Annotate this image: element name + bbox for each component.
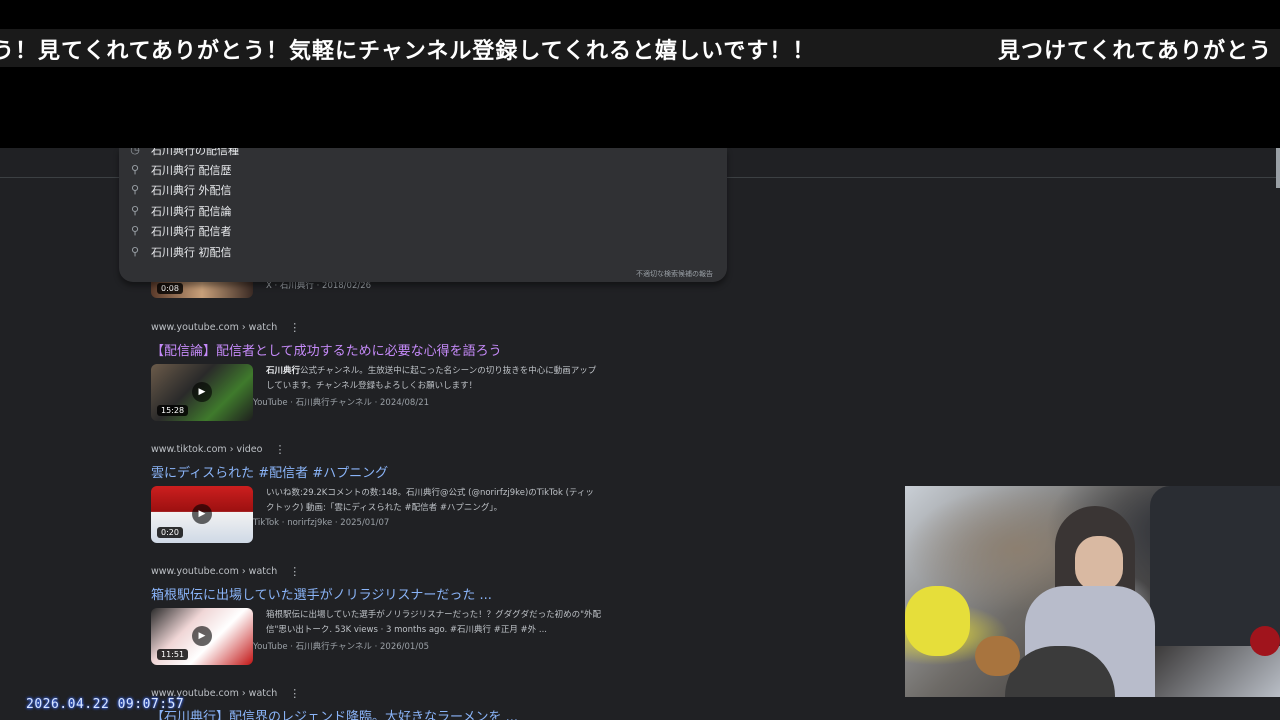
suggestion-text: 石川典行 外配信 <box>151 184 232 197</box>
search-icon: ⚲ <box>130 204 140 217</box>
result-thumbnail[interactable]: ▶ 11:51 <box>151 608 253 665</box>
search-result: www.tiktok.com › video ⋮ 雲にディスられた #配信者 #… <box>151 442 611 543</box>
webcam-coat <box>1150 486 1280 646</box>
result-cite[interactable]: www.tiktok.com › video ⋮ <box>151 442 611 456</box>
result-thumbnail[interactable]: ▶ 0:20 <box>151 486 253 543</box>
snippet-keyword: 石川典行 <box>266 366 301 376</box>
suggestion-item[interactable]: ⚲ 石川典行 配信歴 <box>119 160 727 180</box>
result-snippet: 箱根駅伝に出場していた選手がノリラジリスナーだった！？グダグダだった初めの"外配… <box>266 610 601 635</box>
suggestion-text: 石川典行 配信論 <box>151 205 232 218</box>
search-result: www.youtube.com › watch ⋮ 【石川典行】配信界のレジェン… <box>151 686 611 720</box>
result-snippet: 石川典行公式チャンネル。生放送中に起こった名シーンの切り抜きを中心に動画アップし… <box>266 364 601 393</box>
search-icon: ⚲ <box>130 163 140 176</box>
webcam-person-face <box>1075 536 1123 591</box>
result-url: www.youtube.com › watch <box>151 321 278 333</box>
suggestion-text: 石川典行 配信者 <box>151 225 232 238</box>
more-options-icon[interactable]: ⋮ <box>289 321 300 334</box>
scrolling-ticker: う！見てくれてありがとう！気軽にチャンネル登録してくれると嬉しいです！！ 見つけ… <box>0 29 1280 67</box>
result-title-link[interactable]: 箱根駅伝に出場していた選手がノリラジリスナーだった ... <box>151 584 611 603</box>
video-duration: 15:28 <box>157 405 189 416</box>
result-meta: YouTube · 石川典行チャンネル · 2024/08/21 <box>253 398 430 408</box>
result-title-link[interactable]: 【配信論】配信者として成功するために必要な心得を語ろう <box>151 340 611 359</box>
play-icon: ▶ <box>192 504 212 524</box>
suggestion-item[interactable]: ◷ 石川典行の配信種 <box>119 148 727 160</box>
snippet-text: 公式チャンネル。生放送中に起こった名シーンの切り抜きを中心に動画アップしています… <box>266 366 597 391</box>
play-icon: ▶ <box>192 626 212 646</box>
result-meta: TikTok · norirfzj9ke · 2025/01/07 <box>253 518 390 528</box>
result-url: www.youtube.com › watch <box>151 565 278 577</box>
ticker-text-repeat: 見つけてくれてありがとう <box>998 38 1273 64</box>
webcam-cat <box>975 636 1020 676</box>
history-icon: ◷ <box>130 148 140 156</box>
suggestion-text: 石川典行 初配信 <box>151 246 232 259</box>
video-duration: 11:51 <box>157 649 189 660</box>
suggestion-text: 石川典行 配信歴 <box>151 164 232 177</box>
report-suggestions-link[interactable]: 不適切な検索候補の報告 <box>636 269 713 279</box>
video-duration: 0:20 <box>157 527 183 538</box>
result-title-link[interactable]: 雲にディスられた #配信者 #ハプニング <box>151 462 611 481</box>
suggestion-item[interactable]: ⚲ 石川典行 外配信 <box>119 180 727 200</box>
suggestion-item[interactable]: ⚲ 石川典行 配信者 <box>119 221 727 241</box>
stream-timestamp: 2026.04.22 09:07:57 <box>26 697 185 712</box>
more-options-icon[interactable]: ⋮ <box>274 443 285 456</box>
result-cite[interactable]: www.youtube.com › watch ⋮ <box>151 686 611 700</box>
stream-overlay-top <box>0 0 1280 148</box>
ticker-text: う！見てくれてありがとう！気軽にチャンネル登録してくれると嬉しいです！！ <box>0 38 816 64</box>
more-options-icon[interactable]: ⋮ <box>289 687 300 700</box>
webcam-yellow-bag <box>905 586 970 656</box>
search-icon: ⚲ <box>130 183 140 196</box>
result-cite[interactable]: www.youtube.com › watch ⋮ <box>151 564 611 578</box>
scrollbar[interactable] <box>1276 148 1280 188</box>
webcam-red-object <box>1250 626 1280 656</box>
search-result: www.youtube.com › watch ⋮ 【配信論】配信者として成功す… <box>151 320 611 421</box>
result-cite[interactable]: www.youtube.com › watch ⋮ <box>151 320 611 334</box>
search-icon: ⚲ <box>130 245 140 258</box>
webcam-feed <box>905 486 1280 697</box>
video-duration: 0:08 <box>157 283 183 294</box>
suggestion-item[interactable]: ⚲ 石川典行 初配信 <box>119 242 727 262</box>
more-options-icon[interactable]: ⋮ <box>289 565 300 578</box>
result-thumbnail[interactable]: ▶ 15:28 <box>151 364 253 421</box>
suggestion-text: 石川典行の配信種 <box>151 148 239 157</box>
play-icon: ▶ <box>192 382 212 402</box>
result-url: www.tiktok.com › video <box>151 443 263 455</box>
search-result: www.youtube.com › watch ⋮ 箱根駅伝に出場していた選手が… <box>151 564 611 665</box>
result-title-link[interactable]: 【石川典行】配信界のレジェンド降臨。大好きなラーメンを ... <box>151 706 611 720</box>
suggestion-item[interactable]: ⚲ 石川典行 配信論 <box>119 201 727 221</box>
result-meta: YouTube · 石川典行チャンネル · 2026/01/05 <box>253 642 430 652</box>
search-icon: ⚲ <box>130 224 140 237</box>
result-snippet: いいね数:29.2Kコメントの数:148。石川典行@公式 (@norirfzj9… <box>266 488 594 513</box>
search-suggestions-dropdown: ◷ 石川典行の配信種 ⚲ 石川典行 配信歴 ⚲ 石川典行 外配信 ⚲ 石川典行 … <box>119 148 727 282</box>
